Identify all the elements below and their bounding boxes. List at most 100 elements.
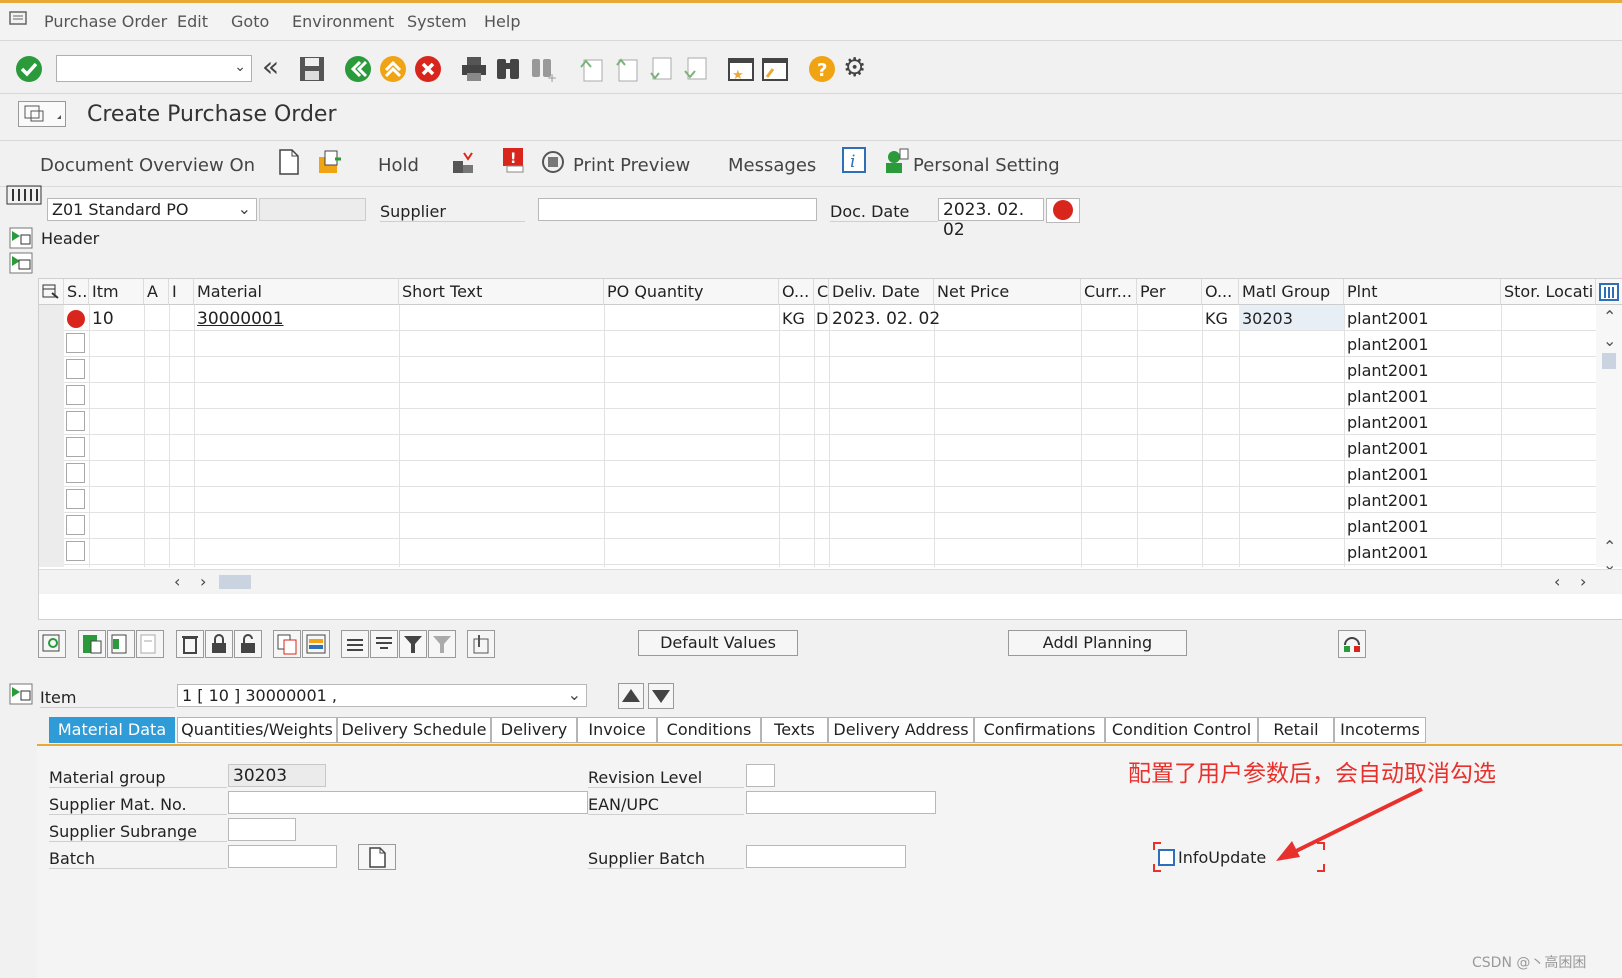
row-select-box[interactable] <box>66 385 85 405</box>
supplier-subrange-input[interactable] <box>228 818 296 841</box>
cell-plant[interactable]: plant2001 <box>1347 439 1429 458</box>
copy-item-icon[interactable] <box>273 630 301 658</box>
row-select-box[interactable] <box>66 359 85 379</box>
next-page-icon[interactable] <box>647 55 675 83</box>
back-icon[interactable] <box>344 55 372 83</box>
cell-plant[interactable]: plant2001 <box>1347 517 1429 536</box>
create-session-icon[interactable]: ★ <box>727 55 755 83</box>
cell-plant[interactable]: plant2001 <box>1347 543 1429 562</box>
table-config-icon[interactable] <box>39 279 64 305</box>
scroll-right-icon[interactable]: › <box>1580 572 1586 591</box>
col-category[interactable]: C <box>814 279 829 305</box>
document-overview-button[interactable]: Document Overview On <box>40 155 255 176</box>
menu-icon[interactable] <box>9 11 29 27</box>
h-scroll-thumb[interactable] <box>219 575 251 589</box>
row-select-box[interactable] <box>66 333 85 353</box>
row-select-box[interactable] <box>66 489 85 509</box>
edit-details-button[interactable] <box>107 630 135 658</box>
print-preview-icon[interactable] <box>541 149 567 179</box>
enter-check-icon[interactable] <box>15 55 43 83</box>
cell-order-price-unit[interactable]: KG <box>1205 309 1228 328</box>
tab-delivery-schedule[interactable]: Delivery Schedule <box>337 717 491 743</box>
scroll-left-icon[interactable]: ‹ <box>174 572 180 591</box>
menu-help[interactable]: Help <box>484 12 520 31</box>
tab-conditions[interactable]: Conditions <box>657 717 761 743</box>
shortcut-icon[interactable] <box>761 55 789 83</box>
filter-delete-icon[interactable] <box>428 630 456 658</box>
previous-page-icon[interactable] <box>613 55 641 83</box>
item-detail-collapse-icon[interactable] <box>9 683 33 709</box>
col-net-price[interactable]: Net Price <box>934 279 1081 305</box>
batch-document-button[interactable] <box>358 844 396 870</box>
tab-delivery-address[interactable]: Delivery Address <box>828 717 974 743</box>
col-storage-location[interactable]: Stor. Locati <box>1501 279 1596 305</box>
find-next-icon[interactable]: + <box>529 55 557 85</box>
delete-icon[interactable] <box>176 630 204 658</box>
cell-plant[interactable]: plant2001 <box>1347 491 1429 510</box>
last-page-icon[interactable] <box>682 55 710 83</box>
col-plant[interactable]: Plnt <box>1344 279 1501 305</box>
tab-condition-control[interactable]: Condition Control <box>1105 717 1258 743</box>
item-details-button[interactable] <box>38 630 66 658</box>
menu-edit[interactable]: Edit <box>177 12 208 31</box>
cell-order-unit[interactable]: KG <box>782 309 805 328</box>
col-item[interactable]: Itm <box>89 279 144 305</box>
new-document-icon[interactable] <box>278 149 300 179</box>
row-select-box[interactable] <box>66 411 85 431</box>
menu-system[interactable]: System <box>407 12 467 31</box>
messages-button[interactable]: Messages <box>728 155 816 176</box>
filter-icon[interactable] <box>399 630 427 658</box>
item-selector-dropdown[interactable]: 1 [ 10 ] 30000001 , ⌄ <box>177 684 587 707</box>
header-expand-icon[interactable] <box>9 227 33 253</box>
personal-setting-icon[interactable] <box>884 147 910 179</box>
col-order-price-unit[interactable]: O... <box>1202 279 1239 305</box>
cell-plant[interactable]: plant2001 <box>1347 465 1429 484</box>
planning-icon[interactable] <box>1338 630 1366 658</box>
menu-toggle-icon[interactable] <box>18 101 66 127</box>
sort-ascending-icon[interactable] <box>341 630 369 658</box>
col-order-unit[interactable]: O... <box>779 279 814 305</box>
tab-invoice[interactable]: Invoice <box>577 717 657 743</box>
unlock-icon[interactable] <box>234 630 262 658</box>
double-left-icon[interactable]: « <box>262 53 290 83</box>
previous-item-button[interactable] <box>618 683 644 709</box>
split-item-icon[interactable] <box>302 630 330 658</box>
default-values-button[interactable]: Default Values <box>638 630 798 656</box>
addl-planning-button[interactable]: Addl Planning <box>1008 630 1187 656</box>
revision-level-input[interactable] <box>746 764 775 787</box>
ean-upc-input[interactable] <box>746 791 936 814</box>
attachment-icon[interactable] <box>467 630 495 658</box>
po-type-dropdown[interactable]: Z01 Standard PO ⌄ <box>47 198 257 221</box>
tab-texts[interactable]: Texts <box>761 717 828 743</box>
cell-plant[interactable]: plant2001 <box>1347 309 1429 328</box>
col-currency[interactable]: Curr... <box>1081 279 1137 305</box>
doc-date-input[interactable]: 2023. 02. 02 <box>938 198 1044 240</box>
tab-incoterms[interactable]: Incoterms <box>1334 717 1426 743</box>
menu-goto[interactable]: Goto <box>231 12 269 31</box>
column-select-icon[interactable] <box>1596 279 1622 305</box>
col-status[interactable]: S.. <box>64 279 89 305</box>
lock-icon[interactable] <box>205 630 233 658</box>
find-icon[interactable] <box>494 55 522 83</box>
cell-category[interactable]: D <box>816 309 828 328</box>
cell-delivery-date[interactable]: 2023. 02. 02 <box>832 309 940 329</box>
row-select-box[interactable] <box>66 541 85 561</box>
horizontal-scrollbar[interactable]: ‹ › ‹ › <box>39 569 1622 594</box>
messages-alert-icon[interactable]: ! <box>501 146 527 178</box>
settings-gear-icon[interactable]: ⚙ <box>843 55 871 83</box>
hold-button[interactable]: Hold <box>378 155 419 176</box>
print-icon[interactable] <box>460 55 488 83</box>
row-select-box[interactable] <box>66 463 85 483</box>
info-update-checkbox[interactable] <box>1158 849 1175 866</box>
cell-plant[interactable]: plant2001 <box>1347 361 1429 380</box>
scroll-right-icon[interactable]: › <box>200 572 206 591</box>
tab-confirmations[interactable]: Confirmations <box>974 717 1105 743</box>
col-per[interactable]: Per <box>1137 279 1202 305</box>
tab-delivery[interactable]: Delivery <box>491 717 577 743</box>
scroll-up-icon[interactable]: ⌃ <box>1603 307 1616 326</box>
col-po-quantity[interactable]: PO Quantity <box>604 279 779 305</box>
add-details-button[interactable] <box>78 630 106 658</box>
supplier-mat-no-input[interactable] <box>228 791 588 814</box>
next-item-button[interactable] <box>648 683 674 709</box>
col-delivery-date[interactable]: Deliv. Date <box>829 279 934 305</box>
